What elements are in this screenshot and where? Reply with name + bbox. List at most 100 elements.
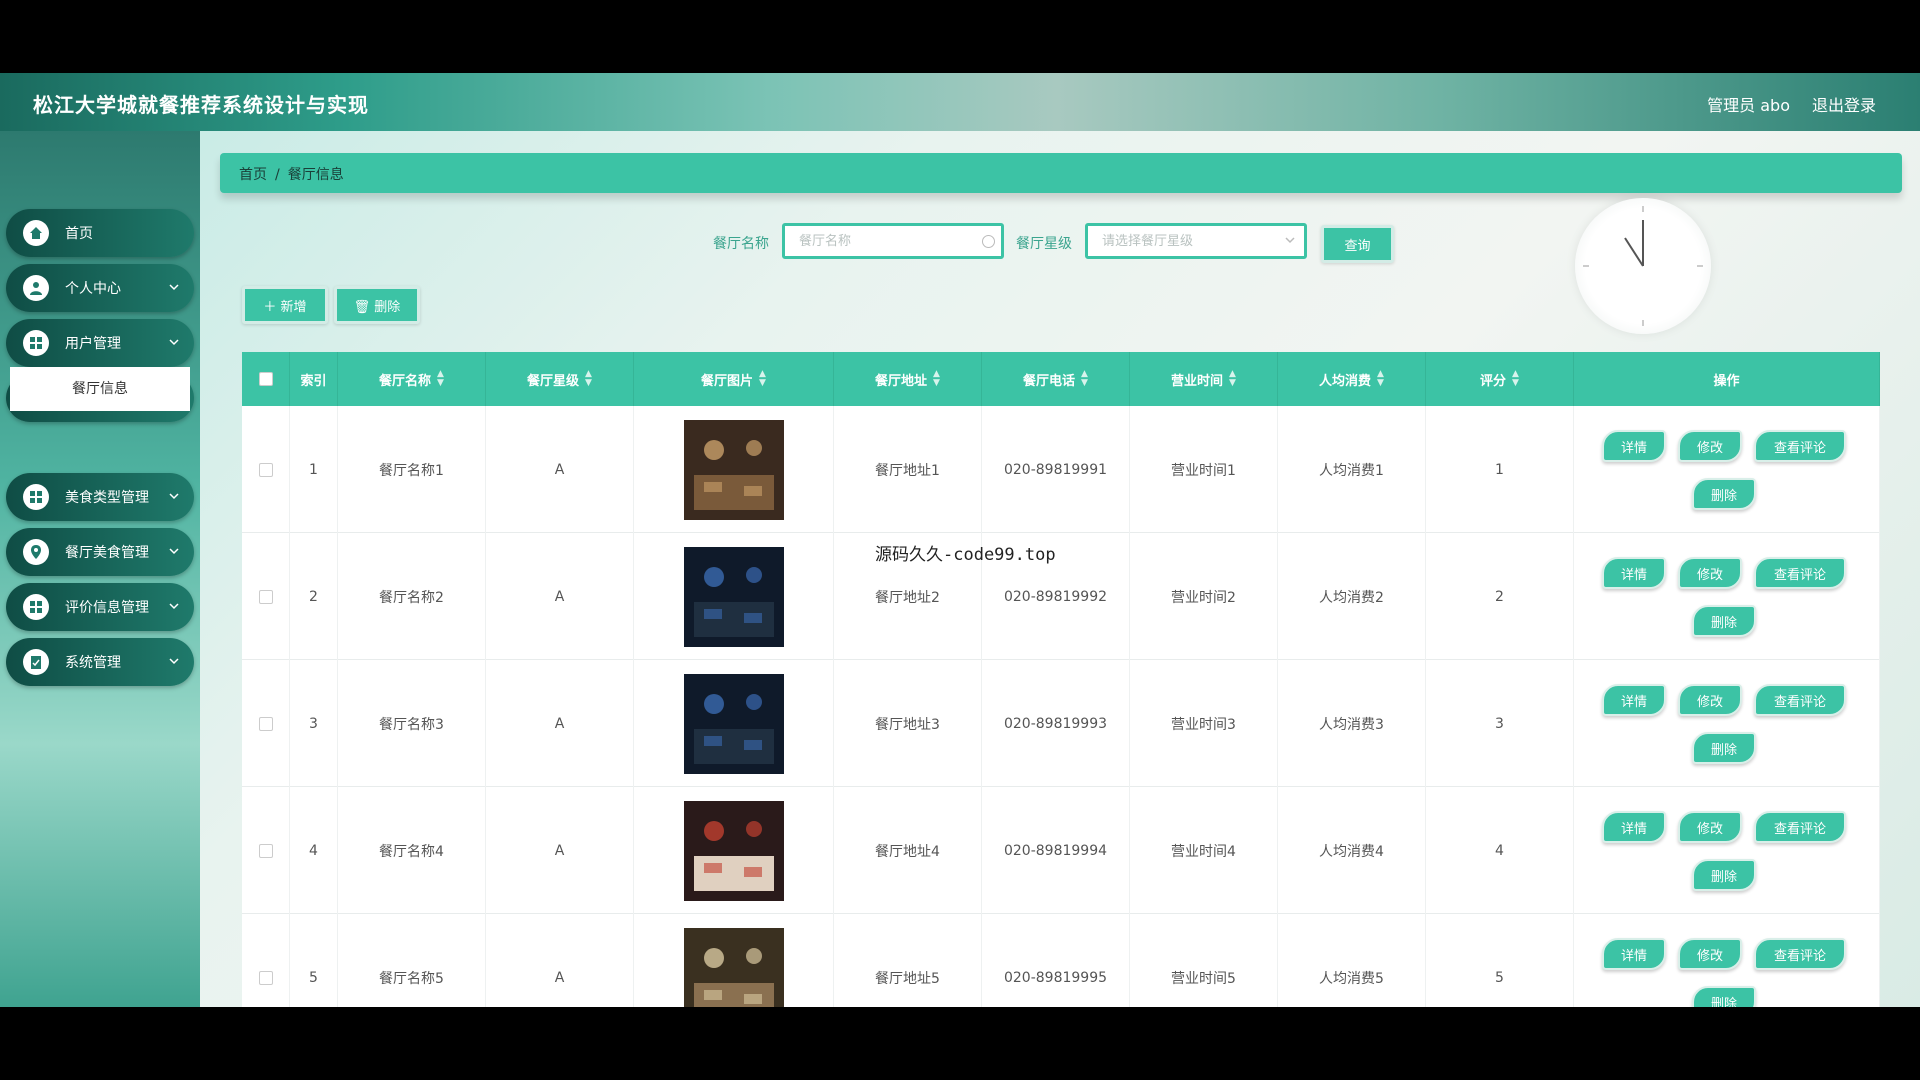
detail-button[interactable]: 详情 xyxy=(1602,430,1666,462)
sidebar-item-label: 餐厅美食管理 xyxy=(65,545,149,561)
sort-icon[interactable]: ▲ ▼ xyxy=(933,370,940,388)
cell-avg: 人均消费2 xyxy=(1278,533,1426,660)
sort-icon[interactable]: ▲ ▼ xyxy=(1081,370,1088,388)
sidebar-item-0[interactable]: 首页 xyxy=(6,209,194,257)
edit-button[interactable]: 修改 xyxy=(1678,811,1742,843)
row-checkbox[interactable] xyxy=(258,843,273,858)
edit-button[interactable]: 修改 xyxy=(1678,684,1742,716)
cell-actions: 详情 修改 查看评论删除 xyxy=(1574,914,1880,1007)
row-delete-button[interactable]: 删除 xyxy=(1692,986,1756,1007)
view-reviews-button[interactable]: 查看评论 xyxy=(1754,684,1846,716)
cell-phone: 020-89819995 xyxy=(982,914,1130,1007)
cell-index: 5 xyxy=(290,914,338,1007)
edit-button[interactable]: 修改 xyxy=(1678,938,1742,970)
cell-address: 餐厅地址1 xyxy=(834,406,982,533)
header-select-all[interactable] xyxy=(242,352,290,406)
cell-avg: 人均消费1 xyxy=(1278,406,1426,533)
column-header[interactable]: 餐厅名称 ▲ ▼ xyxy=(338,352,486,406)
view-reviews-button[interactable]: 查看评论 xyxy=(1754,811,1846,843)
row-checkbox[interactable] xyxy=(258,462,273,477)
cell-address: 餐厅地址5 xyxy=(834,914,982,1007)
detail-button[interactable]: 详情 xyxy=(1602,557,1666,589)
detail-button[interactable]: 详情 xyxy=(1602,811,1666,843)
view-reviews-button[interactable]: 查看评论 xyxy=(1754,938,1846,970)
row-checkbox[interactable] xyxy=(258,716,273,731)
column-header[interactable]: 人均消费 ▲ ▼ xyxy=(1278,352,1426,406)
sidebar-item-6[interactable]: 评价信息管理 xyxy=(6,583,194,631)
view-reviews-button[interactable]: 查看评论 xyxy=(1754,430,1846,462)
restaurant-photo[interactable] xyxy=(683,419,784,520)
cell-phone: 020-89819994 xyxy=(982,787,1130,914)
sort-icon[interactable]: ▲ ▼ xyxy=(437,370,444,388)
column-header[interactable]: 营业时间 ▲ ▼ xyxy=(1130,352,1278,406)
restaurant-photo[interactable] xyxy=(683,927,784,1008)
sort-icon[interactable]: ▲ ▼ xyxy=(585,370,592,388)
row-delete-button[interactable]: 删除 xyxy=(1692,605,1756,637)
sidebar-item-label: 系统管理 xyxy=(65,655,121,671)
column-header[interactable]: 餐厅电话 ▲ ▼ xyxy=(982,352,1130,406)
search-name-input[interactable] xyxy=(785,226,1001,256)
restaurant-photo[interactable] xyxy=(683,673,784,774)
chevron-down-icon xyxy=(169,339,179,346)
column-header-label: 餐厅地址 xyxy=(875,373,928,389)
grid-icon xyxy=(23,330,49,356)
row-checkbox[interactable] xyxy=(258,589,273,604)
search-level-input[interactable] xyxy=(1088,226,1304,256)
select-all-checkbox[interactable] xyxy=(258,372,273,386)
sidebar-item-1[interactable]: 个人中心 xyxy=(6,264,194,312)
sidebar-item-label: 首页 xyxy=(65,226,93,242)
sidebar-item-label: 个人中心 xyxy=(65,281,121,297)
detail-button[interactable]: 详情 xyxy=(1602,938,1666,970)
column-header[interactable]: 餐厅图片 ▲ ▼ xyxy=(634,352,834,406)
column-header[interactable]: 餐厅地址 ▲ ▼ xyxy=(834,352,982,406)
restaurant-photo[interactable] xyxy=(683,800,784,901)
sort-icon[interactable]: ▲ ▼ xyxy=(1377,370,1384,388)
cell-avg: 人均消费3 xyxy=(1278,660,1426,787)
sidebar-item-2[interactable]: 用户管理 xyxy=(6,319,194,367)
sort-icon[interactable]: ▲ ▼ xyxy=(759,370,766,388)
row-select-cell xyxy=(242,533,290,660)
column-header[interactable]: 评分 ▲ ▼ xyxy=(1426,352,1574,406)
sort-icon[interactable]: ▲ ▼ xyxy=(1512,370,1519,388)
sidebar-item-7[interactable]: 系统管理 xyxy=(6,638,194,686)
column-header-label: 营业时间 xyxy=(1171,373,1224,389)
cell-image xyxy=(634,914,834,1007)
detail-button[interactable]: 详情 xyxy=(1602,684,1666,716)
row-delete-button[interactable]: 删除 xyxy=(1692,732,1756,764)
cell-score: 4 xyxy=(1426,787,1574,914)
cell-avg: 人均消费5 xyxy=(1278,914,1426,1007)
cell-index: 2 xyxy=(290,533,338,660)
restaurant-photo[interactable] xyxy=(683,546,784,647)
row-delete-button[interactable]: 删除 xyxy=(1692,859,1756,891)
sidebar-subitem-restaurant-info[interactable]: 餐厅信息 xyxy=(10,367,190,411)
column-header-label: 餐厅星级 xyxy=(527,373,580,389)
search-name-field[interactable] xyxy=(782,223,1004,259)
search-icon xyxy=(982,235,995,248)
sort-icon[interactable]: ▲ ▼ xyxy=(1229,370,1236,388)
row-delete-button[interactable]: 删除 xyxy=(1692,478,1756,510)
overlay-watermark: 源码久久-code99.top xyxy=(875,545,1056,565)
add-button[interactable]: ＋ 新增 xyxy=(242,286,328,324)
search-level-select[interactable] xyxy=(1085,223,1307,259)
query-button[interactable]: 查询 xyxy=(1321,225,1394,263)
cell-phone: 020-89819991 xyxy=(982,406,1130,533)
column-header[interactable]: 餐厅星级 ▲ ▼ xyxy=(486,352,634,406)
edit-button[interactable]: 修改 xyxy=(1678,430,1742,462)
sidebar-item-5[interactable]: 餐厅美食管理 xyxy=(6,528,194,576)
edit-button[interactable]: 修改 xyxy=(1678,557,1742,589)
breadcrumb-separator: / xyxy=(275,167,280,183)
cell-index: 1 xyxy=(290,406,338,533)
cell-phone: 020-89819993 xyxy=(982,660,1130,787)
table-row: 3 餐厅名称3 A 餐厅地址3 020-89819993 营业时间3 人均消费3 3 详情 修改查… xyxy=(242,660,1880,787)
delete-button[interactable]: 🗑 删除 xyxy=(334,286,420,324)
logout-link[interactable]: 退出登录 xyxy=(1812,92,1876,116)
cell-score: 2 xyxy=(1426,533,1574,660)
column-header-label: 评分 xyxy=(1480,373,1507,389)
sidebar-item-4[interactable]: 美食类型管理 xyxy=(6,473,194,521)
chevron-down-icon xyxy=(1285,237,1295,244)
row-checkbox[interactable] xyxy=(258,970,273,985)
column-header: 操作 xyxy=(1574,352,1880,406)
view-reviews-button[interactable]: 查看评论 xyxy=(1754,557,1846,589)
breadcrumb-home[interactable]: 首页 xyxy=(239,167,267,183)
sidebar-item-label: 评价信息管理 xyxy=(65,600,149,616)
